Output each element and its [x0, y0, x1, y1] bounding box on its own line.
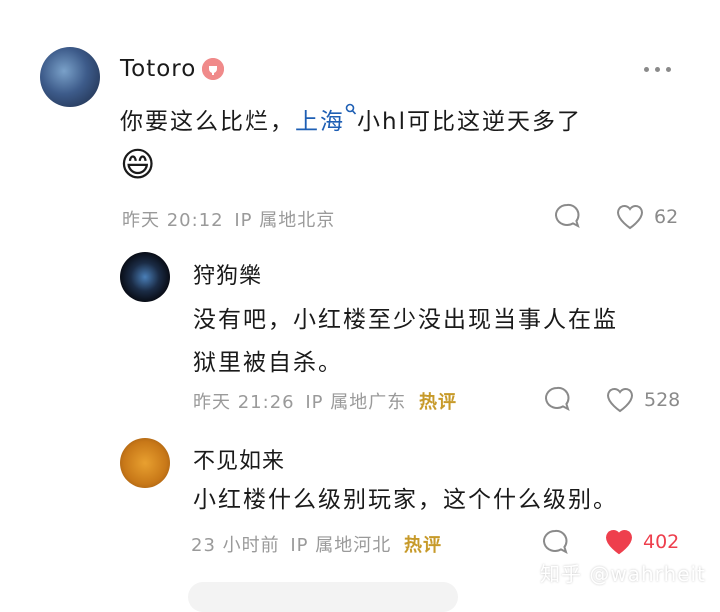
comment-ip: IP 属地河北: [290, 535, 392, 556]
comment-time: 昨天 20:12: [122, 210, 224, 231]
hot-badge: 热评: [404, 535, 442, 556]
emoji: 😄: [120, 145, 156, 185]
comment-text: 没有吧，小红楼至少没出现当事人在监 狱里被自杀。: [193, 307, 618, 376]
bottom-input-bar[interactable]: [188, 582, 458, 612]
search-link-icon: [345, 103, 357, 115]
heart-icon[interactable]: [604, 528, 634, 560]
comment-time: 昨天 21:26: [193, 392, 295, 413]
like-count: 62: [654, 206, 679, 228]
comment-bubble-icon[interactable]: [543, 385, 571, 417]
comment-bubble-icon[interactable]: [553, 202, 581, 234]
heart-icon[interactable]: [605, 386, 635, 418]
comment-author[interactable]: 不见如来: [193, 443, 285, 475]
comment-bubble-icon[interactable]: [541, 528, 569, 560]
comment-time: 23 小时前: [191, 535, 280, 556]
watermark: 知乎 @wahrheit: [540, 562, 706, 586]
comment-meta: 昨天 21:26 IP 属地广东 热评: [193, 388, 457, 414]
comment-meta: 23 小时前 IP 属地河北 热评: [191, 531, 442, 557]
member-badge-icon: [202, 58, 224, 80]
comment-meta: 昨天 20:12 IP 属地北京: [122, 206, 335, 232]
comment-ip: IP 属地广东: [305, 392, 407, 413]
comment-author[interactable]: Totoro: [120, 56, 196, 82]
comment-text: 你要这么比烂，上海 小hl可比这逆天多了: [120, 101, 582, 144]
like-count: 528: [644, 389, 681, 411]
hot-badge: 热评: [418, 392, 457, 413]
avatar[interactable]: [40, 47, 100, 107]
like-count: 402: [643, 531, 680, 553]
heart-icon[interactable]: [615, 203, 645, 235]
avatar[interactable]: [120, 438, 170, 488]
comment-text: 小红楼什么级别玩家，这个什么级别。: [193, 487, 618, 513]
avatar[interactable]: [120, 252, 170, 302]
more-dots-icon[interactable]: [644, 67, 671, 72]
comment-author[interactable]: 狩狗樂: [193, 258, 262, 290]
comment-ip: IP 属地北京: [234, 210, 336, 231]
search-link[interactable]: 上海: [295, 103, 357, 135]
